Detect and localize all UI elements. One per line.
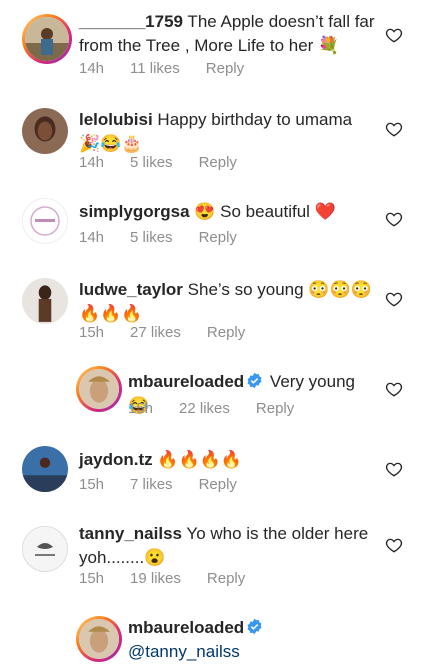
comment-text: tanny_nailss Yo who is the older here yo… xyxy=(79,522,377,570)
reply-button[interactable]: Reply xyxy=(207,324,245,342)
comment-meta: 14h 5 likes Reply xyxy=(79,154,237,172)
comment-text: jaydon.tz 🔥🔥🔥🔥 xyxy=(79,448,377,472)
reply-button[interactable]: Reply xyxy=(199,476,237,494)
comment-username[interactable]: lelolubisi xyxy=(79,110,153,129)
avatar[interactable] xyxy=(76,616,122,662)
comment-text: mbaureloaded @tanny_nailss xyxy=(128,616,377,664)
comment-likes[interactable]: 5 likes xyxy=(130,229,173,247)
comment-time: 14h xyxy=(79,229,105,246)
heart-outline-icon[interactable] xyxy=(385,290,403,308)
comment-meta: 15h 22 likes Reply xyxy=(128,400,294,418)
avatar[interactable] xyxy=(76,366,122,412)
comment-time: 15h xyxy=(79,570,105,587)
reply-button[interactable]: Reply xyxy=(256,400,294,418)
comment-meta: 14h 11 likes Reply xyxy=(79,60,244,78)
heart-outline-icon[interactable] xyxy=(385,120,403,138)
comment-likes[interactable]: 5 likes xyxy=(130,154,173,172)
heart-outline-icon[interactable] xyxy=(385,536,403,554)
comment-body: 🔥🔥🔥🔥 xyxy=(152,450,243,469)
comment-body: 😍 So beautiful ❤️ xyxy=(189,202,336,221)
avatar[interactable] xyxy=(22,198,68,244)
avatar[interactable] xyxy=(22,108,68,154)
comment-username[interactable]: simplygorgsa xyxy=(79,202,190,221)
comment-username[interactable]: _______1759 xyxy=(79,12,183,31)
comment-time: 15h xyxy=(128,400,154,417)
reply-button[interactable]: Reply xyxy=(207,570,245,588)
comment-username[interactable]: tanny_nailss xyxy=(79,524,182,543)
avatar[interactable] xyxy=(22,526,68,572)
comment-meta: 15h 19 likes Reply xyxy=(79,570,245,588)
comment-username[interactable]: mbaureloaded xyxy=(128,618,244,637)
comment-text: simplygorgsa 😍 So beautiful ❤️ xyxy=(79,200,377,224)
comment-text: lelolubisi Happy birthday to umama 🎉😂🎂 xyxy=(79,108,377,156)
reply-button[interactable]: Reply xyxy=(206,60,244,78)
comment-time: 15h xyxy=(79,476,105,493)
comment-username[interactable]: mbaureloaded xyxy=(128,372,244,391)
heart-outline-icon[interactable] xyxy=(385,460,403,478)
reply-button[interactable]: Reply xyxy=(199,154,237,172)
avatar[interactable] xyxy=(22,14,72,64)
comment-likes[interactable]: 7 likes xyxy=(130,476,173,494)
comment-meta: 14h 5 likes Reply xyxy=(79,229,237,247)
comment-time: 14h xyxy=(79,60,105,77)
verified-badge-icon xyxy=(246,372,263,389)
verified-badge-icon xyxy=(246,618,263,635)
heart-outline-icon[interactable] xyxy=(385,26,403,44)
comment-text: _______1759 The Apple doesn’t fall far f… xyxy=(79,10,377,58)
comment-likes[interactable]: 19 likes xyxy=(130,570,181,588)
comment-likes[interactable]: 22 likes xyxy=(179,400,230,418)
comment-mention[interactable]: @tanny_nailss xyxy=(128,642,240,661)
comment-time: 14h xyxy=(79,154,105,171)
comment-text: ludwe_taylor She’s so young 😳😳😳🔥🔥🔥 xyxy=(79,278,377,326)
comment-likes[interactable]: 27 likes xyxy=(130,324,181,342)
comment-likes[interactable]: 11 likes xyxy=(130,60,180,78)
comment-meta: 15h 27 likes Reply xyxy=(79,324,245,342)
heart-outline-icon[interactable] xyxy=(385,380,403,398)
comment-time: 15h xyxy=(79,324,105,341)
comment-username[interactable]: ludwe_taylor xyxy=(79,280,183,299)
heart-outline-icon[interactable] xyxy=(385,210,403,228)
avatar[interactable] xyxy=(22,446,68,492)
reply-button[interactable]: Reply xyxy=(199,229,237,247)
avatar[interactable] xyxy=(22,278,68,324)
comment-username[interactable]: jaydon.tz xyxy=(79,450,153,469)
comment-meta: 15h 7 likes Reply xyxy=(79,476,237,494)
